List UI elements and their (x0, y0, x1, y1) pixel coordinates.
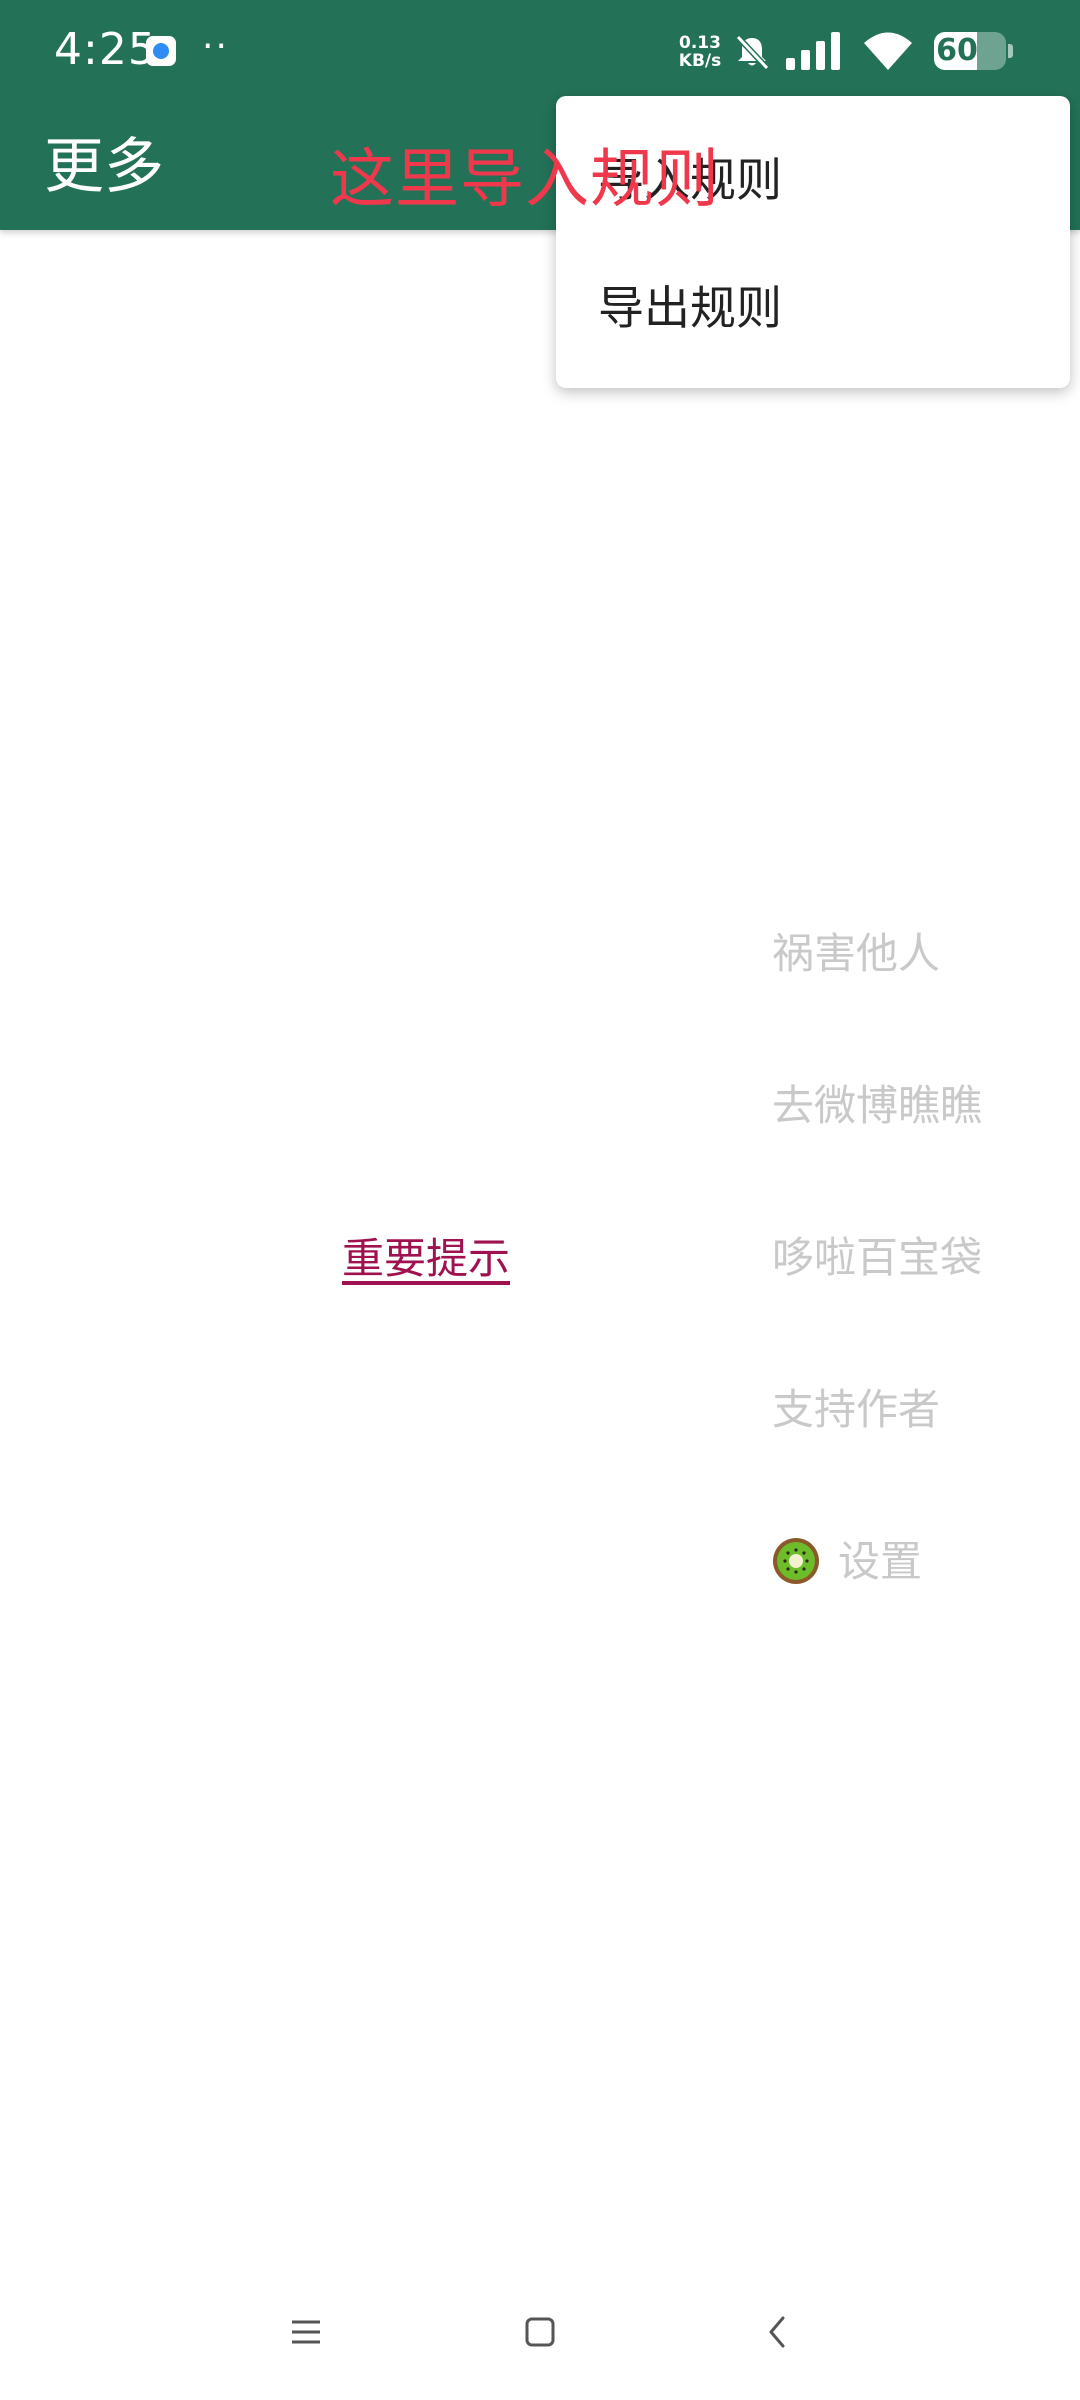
side-item-support-author[interactable]: 支持作者 (772, 1376, 940, 1437)
network-speed-value: 0.13 (679, 33, 721, 53)
page-title: 更多 (44, 132, 164, 202)
important-notice-link[interactable]: 重要提示 (342, 1225, 510, 1286)
network-speed: 0.13 KB/s (674, 34, 726, 70)
more-notifications-icon: ·· (202, 26, 229, 67)
side-item-settings[interactable]: 设置 (772, 1528, 922, 1589)
network-speed-unit: KB/s (678, 51, 722, 71)
status-bar: 4:25 ·· 0.13 KB/s 60 (0, 0, 1080, 100)
side-item-harm-others[interactable]: 祸害他人 (772, 920, 940, 981)
signal-icon (786, 32, 840, 70)
menu-icon[interactable] (284, 2310, 328, 2354)
side-item-settings-label: 设置 (838, 1537, 923, 1586)
battery-icon: 60 (934, 32, 1006, 70)
wifi-icon (864, 32, 912, 70)
status-time: 4:25 (54, 24, 157, 75)
annotation-text: 这里导入规则 (330, 143, 720, 217)
menu-item-export-rules[interactable]: 导出规则 (598, 272, 782, 338)
battery-tip (1008, 44, 1013, 58)
kiwi-icon (773, 1537, 819, 1584)
back-icon[interactable] (756, 2310, 800, 2354)
side-item-visit-weibo[interactable]: 去微博瞧瞧 (772, 1072, 982, 1133)
side-item-doraemon-pocket[interactable]: 哆啦百宝袋 (772, 1224, 982, 1285)
battery-level: 60 (936, 33, 978, 68)
app-notification-icon (146, 36, 176, 66)
bell-off-icon (735, 34, 770, 71)
home-icon[interactable] (518, 2310, 562, 2354)
